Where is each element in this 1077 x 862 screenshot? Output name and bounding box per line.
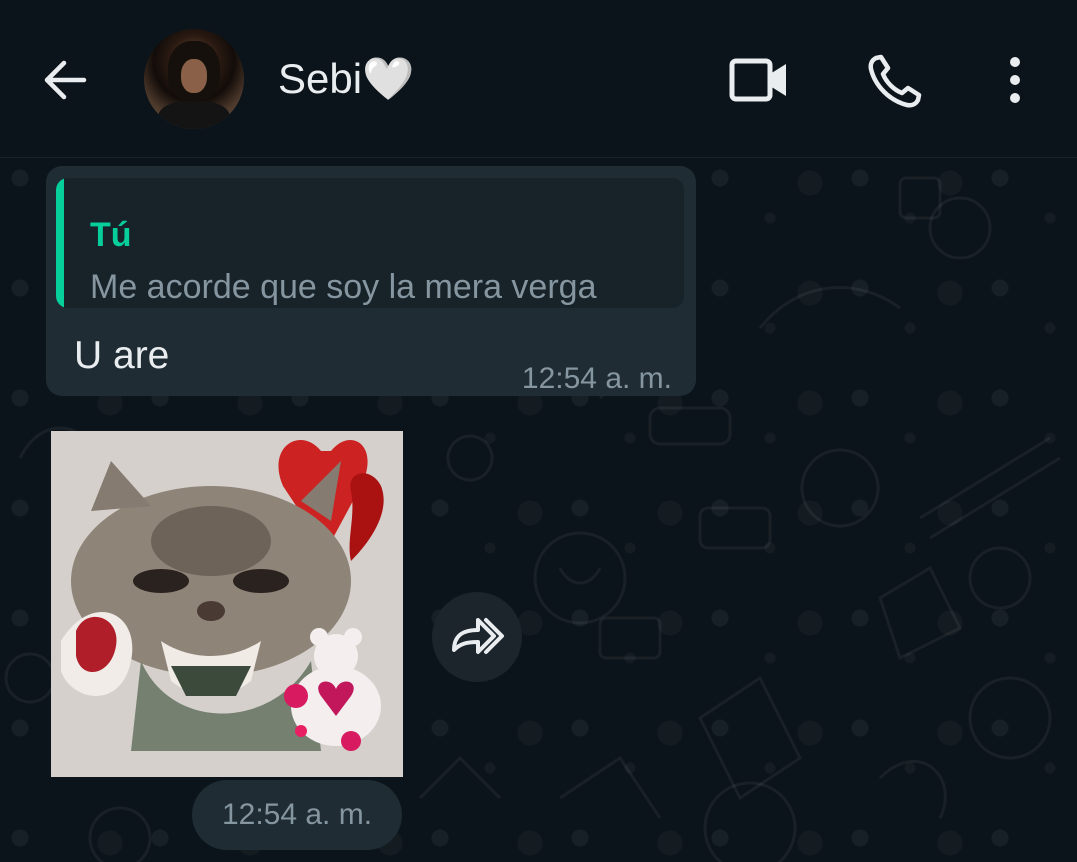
message-text: U are — [74, 334, 170, 377]
quoted-text: Me acorde que soy la mera verga — [90, 268, 597, 306]
quote-accent-bar — [56, 178, 64, 308]
more-vertical-icon[interactable] — [1000, 50, 1030, 110]
crying-kitten-sticker[interactable] — [51, 431, 403, 777]
forward-icon — [452, 618, 504, 654]
voice-call-icon[interactable] — [862, 50, 926, 114]
quoted-message[interactable]: Tú Me acorde que soy la mera verga — [56, 178, 684, 308]
contact-name[interactable]: Sebi🤍 — [278, 55, 414, 103]
video-call-icon[interactable] — [726, 50, 792, 110]
sticker-image — [51, 431, 403, 777]
arrow-left-icon[interactable] — [40, 55, 90, 105]
message-bubble-incoming[interactable]: Tú Me acorde que soy la mera verga U are… — [46, 166, 696, 396]
sticker-timestamp: 12:54 a. m. — [192, 780, 402, 850]
chat-area[interactable]: Tú Me acorde que soy la mera verga U are… — [0, 158, 1077, 862]
quoted-author: Tú — [90, 216, 132, 254]
avatar[interactable] — [144, 29, 244, 129]
chat-header: Sebi🤍 — [0, 0, 1077, 158]
message-timestamp: 12:54 a. m. — [521, 362, 672, 395]
forward-button[interactable] — [432, 592, 522, 682]
